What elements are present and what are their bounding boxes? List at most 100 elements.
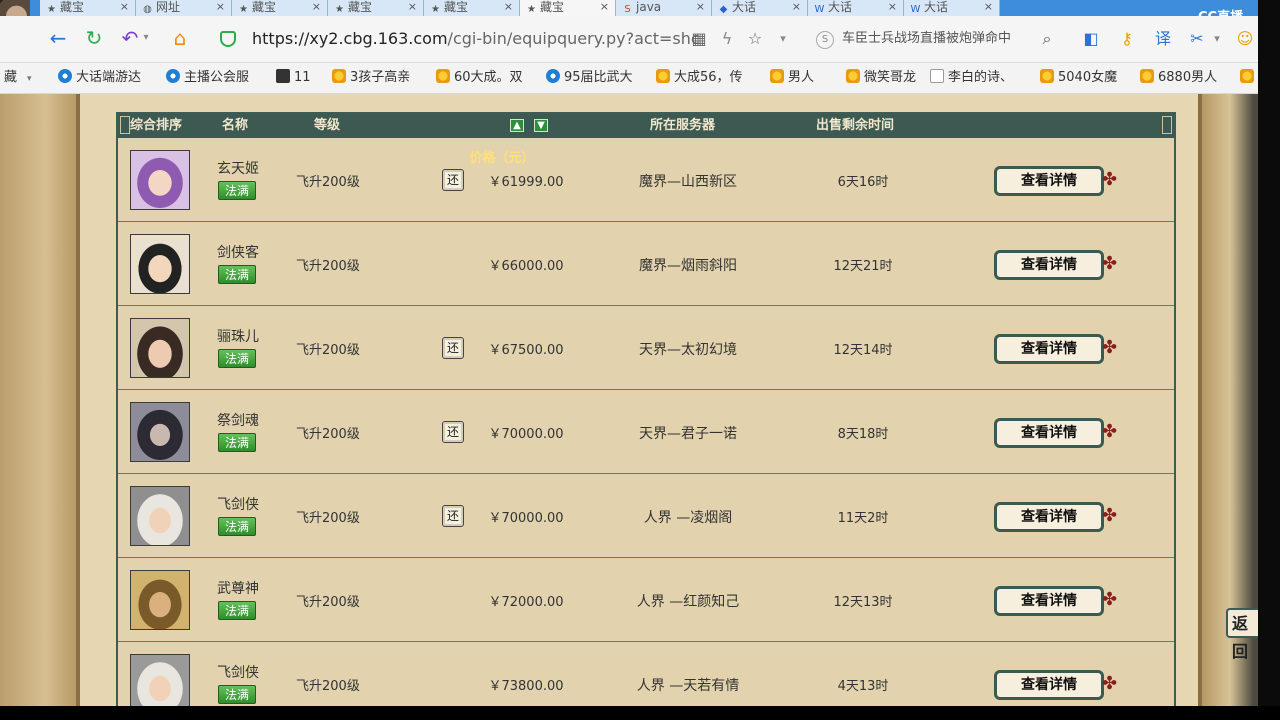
back-tab[interactable]: 返回 <box>1226 608 1258 661</box>
bookmark-item[interactable]: 微笑哥龙 <box>846 63 916 93</box>
view-details-button[interactable]: 查看详情 <box>994 586 1104 616</box>
browser-tab[interactable]: ★ 藏宝 × <box>328 0 424 16</box>
view-details-button[interactable]: 查看详情 <box>994 250 1104 280</box>
bookmark-icon <box>58 69 72 83</box>
search-input[interactable]: S 车臣士兵战场直播被炮弹命中 <box>812 24 1060 54</box>
close-icon[interactable]: × <box>888 0 897 14</box>
star-icon: ★ <box>239 4 248 15</box>
browser-tab-active[interactable]: ★ 藏宝 × <box>520 0 616 16</box>
character-name[interactable]: 飞剑侠 <box>216 494 260 514</box>
close-icon[interactable]: × <box>984 0 993 14</box>
ribbon-icon: ✤ <box>1102 253 1118 274</box>
time-left: 12天14时 <box>833 343 893 358</box>
undo-icon[interactable]: ↶ <box>118 26 142 50</box>
header-rank[interactable]: 综合排序 <box>130 114 182 138</box>
view-details-button[interactable]: 查看详情 <box>994 166 1104 196</box>
character-portrait[interactable] <box>130 318 190 378</box>
bookmark-item[interactable]: 6880男人 <box>1140 63 1217 93</box>
browser-tab[interactable]: ◆ 大话 × <box>712 0 808 16</box>
search-icon[interactable]: ⌕ <box>1036 28 1058 50</box>
bookmark-icon <box>656 69 670 83</box>
close-icon[interactable]: × <box>600 0 609 14</box>
close-icon[interactable]: × <box>792 0 801 14</box>
address-bar[interactable]: https://xy2.cbg.163.com/cgi-bin/equipque… <box>252 24 752 54</box>
translate-icon[interactable]: 译 <box>1152 28 1174 50</box>
close-icon[interactable]: × <box>312 0 321 14</box>
smiley-icon[interactable]: ☺ <box>1234 28 1256 50</box>
bookmark-item[interactable]: 大话端游达 <box>58 63 141 93</box>
character-portrait[interactable] <box>130 654 190 706</box>
character-portrait[interactable] <box>130 402 190 462</box>
bookmark-item[interactable]: 主播公会服 <box>166 63 249 93</box>
qr-code-icon[interactable]: ▦ <box>688 28 710 50</box>
close-icon[interactable]: × <box>120 0 129 14</box>
back-icon[interactable]: ← <box>46 26 70 50</box>
browser-tab[interactable]: W 大话 × <box>904 0 1000 16</box>
character-name[interactable]: 飞剑侠 <box>216 662 260 682</box>
listing-table: 综合排序 名称 等级 价格（元） ▲ ▼ 所在服务器 出售剩余时间 玄天姬 法满… <box>116 112 1176 706</box>
sort-descending-icon[interactable]: ▼ <box>534 119 548 132</box>
browser-tab[interactable]: ★ 藏宝 × <box>232 0 328 16</box>
browser-tab[interactable]: W 大话 × <box>808 0 904 16</box>
header-name: 名称 <box>222 118 249 133</box>
chevron-down-icon[interactable]: ▾ <box>772 28 794 50</box>
character-level: 飞升200级 <box>296 259 360 274</box>
character-portrait[interactable] <box>130 234 190 294</box>
character-portrait[interactable] <box>130 570 190 630</box>
price: ￥61999.00 <box>488 175 564 190</box>
bookmark-item[interactable] <box>1240 63 1258 93</box>
bookmark-icon <box>846 69 860 83</box>
tab-bar: ★ 藏宝 × ◍ 网址 × ★ 藏宝 × ★ 藏宝 × ★ 藏宝 × ★ 藏宝 × Sjava × ◆ 大话… <box>0 0 1258 25</box>
character-level: 飞升200级 <box>296 175 360 190</box>
bookmark-item[interactable]: 95届比武大 <box>546 63 633 93</box>
browser-tab[interactable]: ★ 藏宝 × <box>40 0 136 16</box>
character-name[interactable]: 武尊神 <box>216 578 260 598</box>
key-icon[interactable]: ⚷ <box>1116 28 1138 50</box>
browser-tab[interactable]: ◍ 网址 × <box>136 0 232 16</box>
view-details-button[interactable]: 查看详情 <box>994 670 1104 700</box>
price: ￥70000.00 <box>488 427 564 442</box>
chevron-down-icon[interactable]: ▾ <box>140 26 152 50</box>
scissors-icon[interactable]: ✂ <box>1186 28 1208 50</box>
home-icon[interactable]: ⌂ <box>168 26 192 50</box>
bookmark-item[interactable]: 11 <box>276 63 311 93</box>
table-row: 骊珠儿 法满 飞升200级 还 ￥67500.00 天界—太初幻境 12天14时… <box>118 306 1174 390</box>
extension-icon[interactable]: ◧ <box>1080 28 1102 50</box>
character-name[interactable]: 骊珠儿 <box>216 326 260 346</box>
bookmark-item[interactable]: 60大成。双 <box>436 63 523 93</box>
bookmark-icon <box>1040 69 1054 83</box>
view-details-button[interactable]: 查看详情 <box>994 334 1104 364</box>
bookmark-folder[interactable]: 藏 ▾ <box>4 63 32 93</box>
bookmark-item[interactable]: 大成56，传 <box>656 63 743 93</box>
view-details-button[interactable]: 查看详情 <box>994 418 1104 448</box>
page-border-decoration <box>0 94 76 706</box>
close-icon[interactable]: × <box>504 0 513 14</box>
view-details-button[interactable]: 查看详情 <box>994 502 1104 532</box>
bookmark-item[interactable]: 3孩子高亲 <box>332 63 410 93</box>
close-icon[interactable]: × <box>408 0 417 14</box>
browser-tab[interactable]: Sjava × <box>616 0 712 16</box>
time-left: 11天2时 <box>837 511 889 526</box>
character-name[interactable]: 剑侠客 <box>216 242 260 262</box>
character-portrait[interactable] <box>130 486 190 546</box>
table-row: 飞剑侠 法满 飞升200级 还 ￥70000.00 人界 —凌烟阁 11天2时 … <box>118 474 1174 558</box>
time-left: 6天16时 <box>837 175 889 190</box>
bookmark-item[interactable]: 5040女魔 <box>1040 63 1117 93</box>
favorite-star-icon[interactable]: ☆ <box>744 28 766 50</box>
close-icon[interactable]: × <box>216 0 225 14</box>
character-portrait[interactable] <box>130 150 190 210</box>
browser-tab[interactable]: ★ 藏宝 × <box>424 0 520 16</box>
sort-ascending-icon[interactable]: ▲ <box>510 119 524 132</box>
character-level: 飞升200级 <box>296 679 360 694</box>
refresh-icon[interactable]: ↻ <box>82 26 106 50</box>
character-name[interactable]: 玄天姬 <box>216 158 260 178</box>
chevron-down-icon[interactable]: ▾ <box>1206 28 1228 50</box>
character-name[interactable]: 祭剑魂 <box>216 410 260 430</box>
lightning-icon[interactable]: ϟ <box>716 28 738 50</box>
table-row: 剑侠客 法满 飞升200级 ￥66000.00 魔界—烟雨斜阳 12天21时 查… <box>118 222 1174 306</box>
bookmark-item[interactable]: 男人 <box>770 63 814 93</box>
bookmark-item[interactable]: 李白的诗、 <box>930 63 1013 93</box>
close-icon[interactable]: × <box>696 0 705 14</box>
header-level: 等级 <box>314 118 341 133</box>
bookmark-icon <box>332 69 346 83</box>
